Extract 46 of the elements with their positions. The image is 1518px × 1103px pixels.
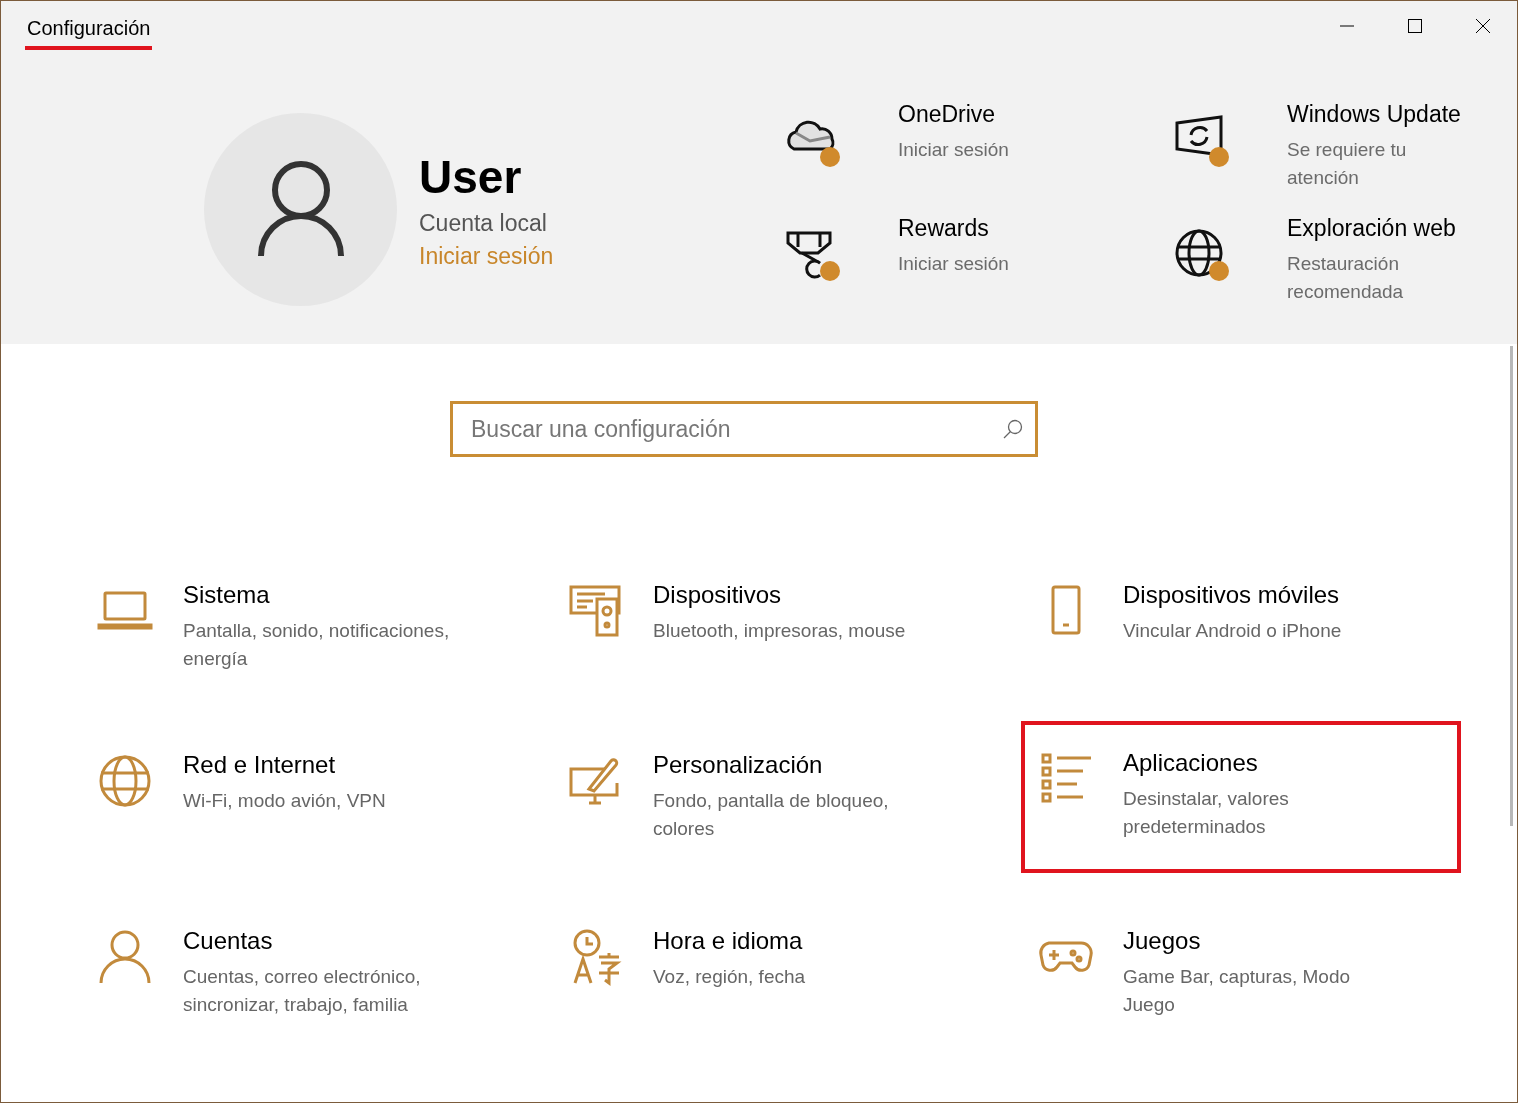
- category-title: Personalización: [653, 751, 823, 779]
- category-description: Fondo, pantalla de bloqueo, colores: [653, 789, 890, 841]
- settings-category-tile[interactable]: Dispositivos móviles Vincular Android o iPhone: [1021, 567, 1491, 697]
- category-description: Desinstalar, valores predeterminados: [1123, 787, 1290, 839]
- category-title: Dispositivos: [653, 581, 782, 609]
- search-field[interactable]: Buscar una configuración: [450, 401, 1038, 457]
- search-icon: [1002, 418, 1024, 440]
- category-description: Pantalla, sonido, notificaciones, energía: [183, 619, 451, 671]
- service-status: Iniciar sesión: [898, 252, 1009, 276]
- settings-category-tile[interactable]: Aplicaciones Desinstalar, valores predeterminados: [1021, 721, 1461, 873]
- close-icon: [1475, 18, 1491, 34]
- window-title: Configuración: [25, 17, 153, 50]
- settings-category-tile[interactable]: Cuentas Cuentas, correo electrónico, sincronizar, trabajo, familia: [81, 913, 551, 1043]
- category-title: Hora e idioma: [653, 927, 803, 955]
- minimize-icon: [1339, 25, 1355, 27]
- service-status: Iniciar sesión: [898, 138, 1009, 162]
- service-name[interactable]: Windows Update: [1287, 101, 1461, 128]
- user-name: User: [419, 149, 522, 204]
- category-title: Dispositivos móviles: [1123, 581, 1340, 609]
- service-name[interactable]: Exploración web: [1287, 215, 1456, 242]
- service-name[interactable]: Rewards: [898, 215, 989, 242]
- scrollbar[interactable]: [1510, 346, 1513, 826]
- category-description: Wi-Fi, modo avión, VPN: [183, 789, 386, 813]
- category-description: Bluetooth, impresoras, mouse: [653, 619, 906, 643]
- category-title: Juegos: [1123, 927, 1201, 955]
- sync-window-icon: [1173, 113, 1229, 169]
- settings-category-tile[interactable]: Hora e idioma Voz, región, fecha: [551, 913, 1021, 1043]
- settings-category-tile[interactable]: Red e Internet Wi-Fi, modo avión, VPN: [81, 737, 551, 867]
- service-name[interactable]: OneDrive: [898, 101, 996, 128]
- category-description: Vincular Android o iPhone: [1123, 619, 1342, 643]
- service-status: Restauración recomendada: [1287, 252, 1405, 304]
- settings-category-tile[interactable]: Personalización Fondo, pantalla de bloqueo, colores: [551, 737, 1021, 867]
- maximize-icon: [1407, 18, 1423, 34]
- category-description: Voz, región, fecha: [653, 965, 806, 989]
- account-type: Cuenta local: [419, 209, 547, 237]
- globe-icon: [1173, 227, 1229, 283]
- category-description: Cuentas, correo electrónico, sincronizar, trabajo, familia: [183, 965, 422, 1017]
- settings-category-tile[interactable]: Juegos Game Bar, capturas, Modo Juego: [1021, 913, 1491, 1043]
- settings-category-tile[interactable]: Dispositivos Bluetooth, impresoras, mouse: [551, 567, 1021, 697]
- category-description: Game Bar, capturas, Modo Juego: [1123, 965, 1352, 1017]
- service-status: Se requiere tu atención: [1287, 138, 1408, 190]
- category-title: Aplicaciones: [1123, 749, 1258, 777]
- settings-category-tile[interactable]: Sistema Pantalla, sonido, notificaciones, energía: [81, 567, 551, 697]
- category-title: Sistema: [183, 581, 270, 609]
- category-title: Cuentas: [183, 927, 273, 955]
- category-title: Red e Internet: [183, 751, 336, 779]
